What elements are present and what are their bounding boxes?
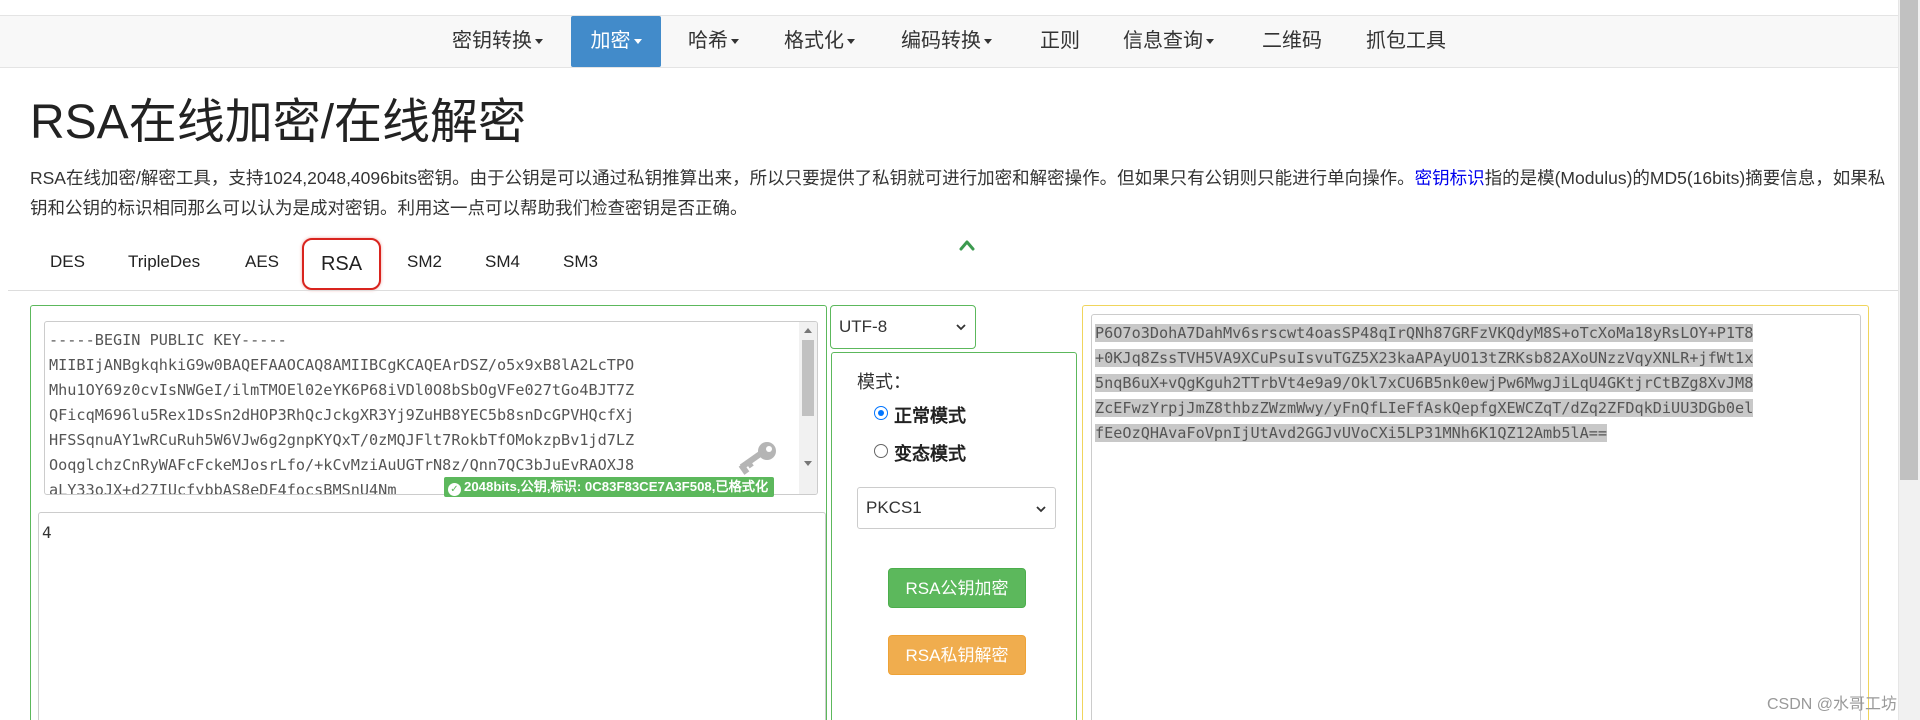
ciphertext-textarea[interactable]: P6O7o3DohA7DahMv6srscwt4oasSP48qIrQNh87G… bbox=[1091, 314, 1861, 720]
cipher-line: 5nqB6uX+vQgKguh2TTrbVt4e9a9/Okl7xCU6B5nk… bbox=[1095, 371, 1862, 396]
nav-item-label: 抓包工具 bbox=[1366, 30, 1446, 52]
nav-item-packet-capture[interactable]: 抓包工具 bbox=[1366, 16, 1446, 67]
ciphertext-text: P6O7o3DohA7DahMv6srscwt4oasSP48qIrQNh87G… bbox=[1095, 321, 1862, 446]
chevron-up-icon[interactable] bbox=[958, 236, 976, 254]
key-info-text: 2048bits,公钥,标识: 0C83F83CE7A3F508,已格式化 bbox=[464, 479, 769, 494]
key-info-badge: ✓ 2048bits,公钥,标识: 0C83F83CE7A3F508,已格式化 bbox=[444, 477, 775, 497]
selected-text: fEeOzQHAvaFoVpnIjUtAvd2GGJvUVoCXi5LP31MN… bbox=[1095, 424, 1608, 442]
selected-text: +0KJq8ZssTVH5VA9XCuPsuIsvuTGZ5X23kaAPAyU… bbox=[1095, 349, 1754, 367]
watermark: CSDN @水哥工坊 bbox=[1767, 696, 1898, 713]
page-description: RSA在线加密/解密工具，支持1024,2048,4096bits密钥。由于公钥… bbox=[30, 163, 1890, 223]
chevron-down-icon bbox=[535, 39, 543, 45]
chevron-down-icon bbox=[731, 39, 739, 45]
scroll-down-arrow-icon[interactable] bbox=[804, 461, 812, 466]
radio-checked-icon[interactable] bbox=[874, 406, 888, 420]
nav-item-regex[interactable]: 正则 bbox=[1040, 16, 1080, 67]
mode-label: 模式： bbox=[857, 372, 911, 392]
chevron-down-icon bbox=[1206, 39, 1214, 45]
selected-text: P6O7o3DohA7DahMv6srscwt4oasSP48qIrQNh87G… bbox=[1095, 324, 1754, 342]
chevron-down-icon bbox=[633, 39, 642, 45]
tab-sm4[interactable]: SM4 bbox=[485, 240, 520, 284]
cipher-line: +0KJq8ZssTVH5VA9XCuPsuIsvuTGZ5X23kaAPAyU… bbox=[1095, 346, 1862, 371]
nav-item-qrcode[interactable]: 二维码 bbox=[1262, 16, 1322, 67]
nav-item-key-convert[interactable]: 密钥转换 bbox=[452, 16, 543, 67]
key-line: HFSSqnuAY1wRCuRuh5W6VJw6g2gnpKYQxT/0zMQJ… bbox=[49, 431, 635, 449]
nav-item-label: 信息查询 bbox=[1123, 30, 1203, 52]
nav-item-label: 二维码 bbox=[1262, 30, 1322, 52]
cipher-line: ZcEFwzYrpjJmZ8thbzZWzmWwy/yFnQfLIeFfAskQ… bbox=[1095, 396, 1862, 421]
rsa-public-encrypt-button[interactable]: RSA公钥加密 bbox=[888, 568, 1026, 608]
nav-item-label: 密钥转换 bbox=[452, 30, 532, 52]
page-scrollbar[interactable] bbox=[1898, 0, 1920, 720]
nav-item-label: 正则 bbox=[1040, 30, 1080, 52]
nav-item-label: 格式化 bbox=[784, 30, 844, 52]
chevron-down-icon bbox=[1036, 506, 1046, 513]
page-scrollbar-thumb[interactable] bbox=[1900, 0, 1918, 480]
selected-text: ZcEFwzYrpjJmZ8thbzZWzmWwy/yFnQfLIeFfAskQ… bbox=[1095, 399, 1754, 417]
cipher-line: P6O7o3DohA7DahMv6srscwt4oasSP48qIrQNh87G… bbox=[1095, 321, 1862, 346]
nav-item-label: 加密 bbox=[590, 30, 631, 52]
mode-normal-label: 正常模式 bbox=[894, 406, 966, 426]
public-key-textarea[interactable]: -----BEGIN PUBLIC KEY----- MIIBIjANBgkqhk… bbox=[44, 321, 818, 495]
key-id-link[interactable]: 密钥标识 bbox=[1415, 168, 1485, 188]
selected-text: 5nqB6uX+vQgKguh2TTrbVt4e9a9/Okl7xCU6B5nk… bbox=[1095, 374, 1754, 392]
key-line: QFicqM696lu5Rex1DsSn2dHOP3RhQcJckgXR3Yj9… bbox=[49, 406, 635, 424]
nav-item-label: 编码转换 bbox=[901, 30, 981, 52]
nav-item-encrypt[interactable]: 加密 bbox=[571, 16, 661, 67]
padding-select[interactable]: PKCS1 bbox=[857, 487, 1056, 529]
tab-des[interactable]: DES bbox=[50, 240, 85, 284]
nav-item-hash[interactable]: 哈希 bbox=[688, 16, 739, 67]
key-icon bbox=[738, 442, 776, 475]
top-navbar: 密钥转换 加密 哈希 格式化 编码转换 正则 信息查询 二维码 抓包工具 bbox=[0, 15, 1898, 68]
chevron-down-icon bbox=[984, 39, 992, 45]
tab-tripledes[interactable]: TripleDes bbox=[128, 240, 200, 284]
charset-value: UTF-8 bbox=[839, 317, 888, 336]
description-text: RSA在线加密/解密工具，支持1024,2048,4096bits密钥。由于公钥… bbox=[30, 168, 1415, 188]
scroll-up-arrow-icon[interactable] bbox=[804, 328, 812, 333]
key-textarea-scrollbar-thumb[interactable] bbox=[802, 340, 814, 416]
tabs-divider bbox=[8, 290, 1898, 291]
tab-aes[interactable]: AES bbox=[245, 240, 279, 284]
mode-variant-label: 变态模式 bbox=[894, 444, 966, 464]
tab-sm2[interactable]: SM2 bbox=[407, 240, 442, 284]
padding-value: PKCS1 bbox=[866, 498, 922, 517]
rsa-private-decrypt-button[interactable]: RSA私钥解密 bbox=[888, 635, 1026, 675]
nav-item-encoding[interactable]: 编码转换 bbox=[901, 16, 992, 67]
nav-item-label: 哈希 bbox=[688, 30, 728, 52]
key-textarea-scrollbar[interactable] bbox=[799, 322, 817, 494]
key-line: Mhu1OY69z0cvIsNWGeI/ilmTMOEl02eYK6P68iVD… bbox=[49, 381, 635, 399]
nav-item-format[interactable]: 格式化 bbox=[784, 16, 855, 67]
key-line: MIIBIjANBgkqhkiG9w0BAQEFAAOCAQ8AMIIBCgKC… bbox=[49, 356, 635, 374]
nav-item-info-query[interactable]: 信息查询 bbox=[1123, 16, 1214, 67]
check-circle-icon: ✓ bbox=[448, 483, 461, 496]
key-line: OoqglchzCnRyWAFcFckeMJosrLfo/+kCvMziAuUG… bbox=[49, 456, 635, 474]
radio-unchecked-icon[interactable] bbox=[874, 444, 888, 458]
page-title: RSA在线加密/在线解密 bbox=[30, 96, 527, 149]
chevron-down-icon bbox=[847, 39, 855, 45]
tab-rsa[interactable]: RSA bbox=[302, 238, 381, 290]
plaintext-textarea[interactable]: 4 bbox=[38, 512, 826, 720]
tab-sm3[interactable]: SM3 bbox=[563, 240, 598, 284]
cipher-line: fEeOzQHAvaFoVpnIjUtAvd2GGJvUVoCXi5LP31MN… bbox=[1095, 421, 1862, 446]
charset-select[interactable]: UTF-8 bbox=[830, 305, 976, 349]
chevron-down-icon bbox=[956, 324, 966, 331]
key-line: -----BEGIN PUBLIC KEY----- bbox=[49, 331, 287, 349]
public-key-text: -----BEGIN PUBLIC KEY----- MIIBIjANBgkqhk… bbox=[49, 328, 794, 494]
